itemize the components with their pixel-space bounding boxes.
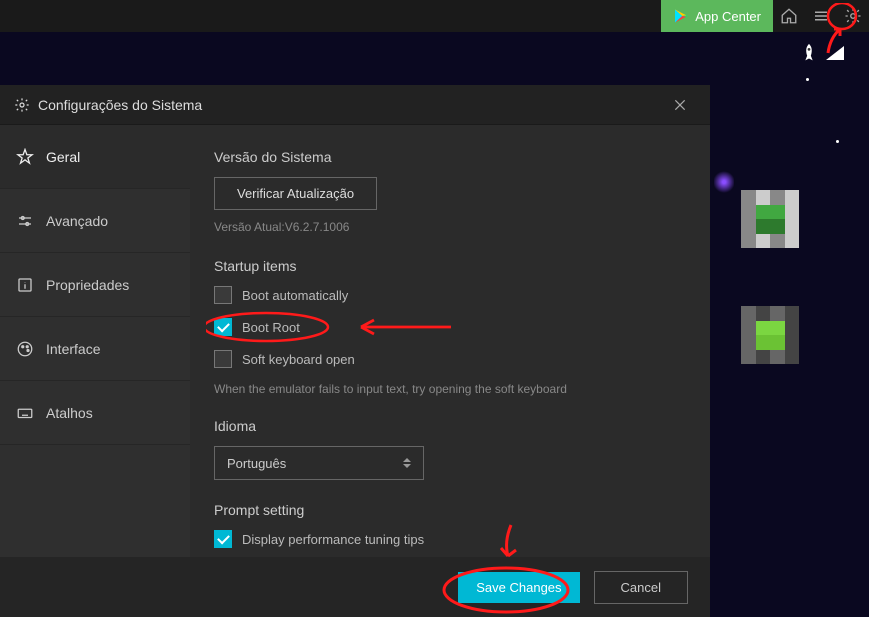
gear-icon (844, 7, 862, 25)
section-language: Idioma (214, 418, 686, 434)
checkbox-label: Boot automatically (242, 288, 348, 303)
settings-footer: Save Changes Cancel (0, 557, 710, 617)
settings-header: Configurações do Sistema (0, 85, 710, 125)
settings-sidebar: Geral Avançado Propriedades Interface At… (0, 125, 190, 557)
home-icon (780, 7, 798, 25)
sidebar-item-label: Avançado (46, 213, 108, 229)
star-icon (16, 148, 34, 166)
section-system-version: Versão do Sistema (214, 149, 686, 165)
check-update-button[interactable]: Verificar Atualização (214, 177, 377, 210)
checkbox-soft-keyboard[interactable] (214, 350, 232, 368)
signal-icon (826, 46, 844, 60)
sidebar-item-interface[interactable]: Interface (0, 317, 190, 381)
sidebar-item-advanced[interactable]: Avançado (0, 189, 190, 253)
current-version-text: Versão Atual:V6.2.7.1006 (214, 220, 686, 234)
sidebar-item-properties[interactable]: Propriedades (0, 253, 190, 317)
background-app-icons (741, 190, 799, 364)
app-center-label: App Center (695, 9, 761, 24)
palette-icon (16, 340, 34, 358)
close-button[interactable] (672, 97, 688, 113)
sidebar-item-label: Geral (46, 149, 80, 165)
sidebar-item-shortcuts[interactable]: Atalhos (0, 381, 190, 445)
bg-star (806, 78, 809, 81)
topbar: App Center (0, 0, 869, 32)
language-select[interactable]: Português (214, 446, 424, 480)
rocket-icon (798, 42, 820, 64)
keyboard-icon (16, 404, 34, 422)
section-startup: Startup items (214, 258, 686, 274)
play-store-icon (673, 8, 689, 24)
sidebar-item-general[interactable]: Geral (0, 125, 190, 189)
menu-button[interactable] (805, 0, 837, 32)
settings-title: Configurações do Sistema (38, 97, 202, 113)
sidebar-item-label: Atalhos (46, 405, 93, 421)
checkbox-boot-auto[interactable] (214, 286, 232, 304)
checkbox-label: Display performance tuning tips (242, 532, 424, 547)
select-arrows-icon (403, 458, 411, 468)
soft-keyboard-hint: When the emulator fails to input text, t… (214, 382, 686, 396)
checkbox-perf-tips[interactable] (214, 530, 232, 548)
sliders-icon (16, 212, 34, 230)
language-value: Português (227, 456, 286, 471)
cancel-button[interactable]: Cancel (594, 571, 688, 604)
app-center-button[interactable]: App Center (661, 0, 773, 32)
save-button[interactable]: Save Changes (458, 572, 579, 603)
section-prompt: Prompt setting (214, 502, 686, 518)
info-icon (16, 276, 34, 294)
checkbox-boot-root[interactable] (214, 318, 232, 336)
sidebar-item-label: Interface (46, 341, 100, 357)
bg-star (836, 140, 839, 143)
settings-gear-button[interactable] (837, 0, 869, 32)
home-button[interactable] (773, 0, 805, 32)
settings-content: Versão do Sistema Verificar Atualização … (190, 125, 710, 557)
sidebar-item-label: Propriedades (46, 277, 129, 293)
hamburger-icon (812, 7, 830, 25)
checkbox-label: Soft keyboard open (242, 352, 355, 367)
gear-icon (14, 97, 30, 113)
bg-glow (714, 170, 734, 194)
status-tray (798, 42, 844, 64)
settings-window: Configurações do Sistema Geral Avançado … (0, 85, 710, 617)
checkbox-label: Boot Root (242, 320, 300, 335)
